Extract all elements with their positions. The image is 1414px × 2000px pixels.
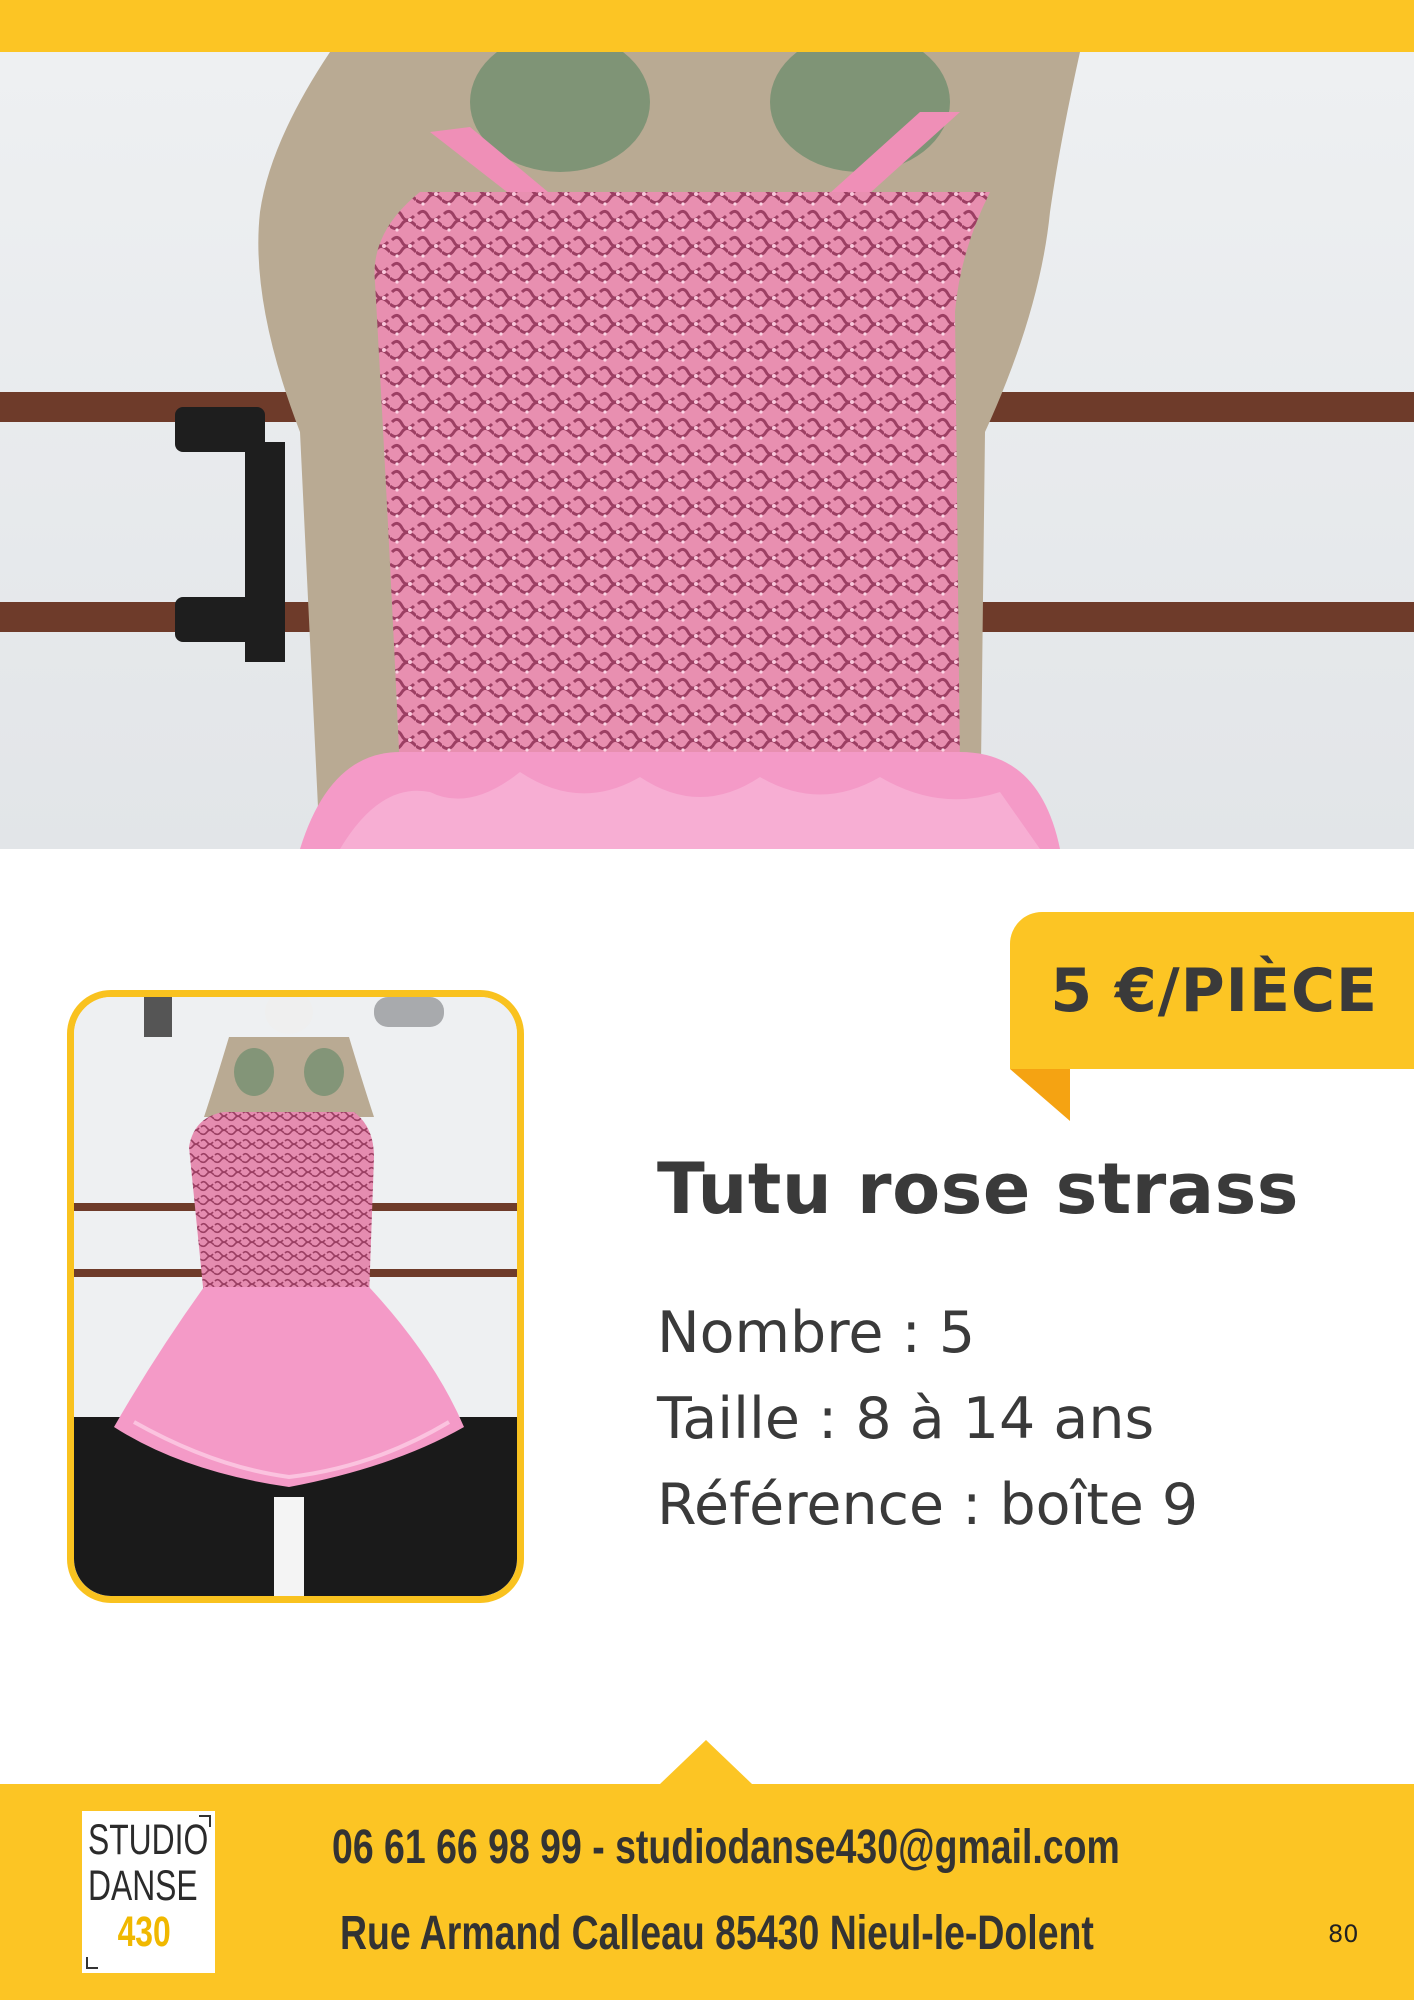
- logo-corner-mark: [199, 1815, 211, 1827]
- contact-address: Rue Armand Calleau 85430 Nieul-le-Dolent: [340, 1907, 1094, 1960]
- studio-logo: STUDIO DANSE 430: [82, 1811, 215, 1973]
- product-title: Tutu rose strass: [657, 1148, 1299, 1230]
- footer-notch: [660, 1740, 752, 1784]
- price-badge-tail: [1010, 1069, 1070, 1121]
- logo-line-danse: DANSE: [88, 1862, 198, 1910]
- top-accent-band: [0, 0, 1414, 52]
- hero-photo: [0, 52, 1414, 849]
- detail-quantity: Nombre : 5: [657, 1300, 976, 1366]
- thumbnail-photo: [67, 990, 524, 1603]
- logo-corner-mark: [86, 1957, 98, 1969]
- contact-phone-email[interactable]: 06 61 66 98 99 - studiodanse430@gmail.co…: [332, 1820, 1120, 1875]
- detail-reference: Référence : boîte 9: [657, 1472, 1199, 1538]
- price-badge: 5 €/PIÈCE: [1010, 912, 1414, 1069]
- logo-line-studio: STUDIO: [88, 1816, 209, 1864]
- logo-line-number: 430: [117, 1908, 171, 1956]
- price-label: 5 €/PIÈCE: [1050, 955, 1378, 1026]
- detail-size: Taille : 8 à 14 ans: [657, 1386, 1155, 1452]
- page-number: 80: [1328, 1920, 1359, 1948]
